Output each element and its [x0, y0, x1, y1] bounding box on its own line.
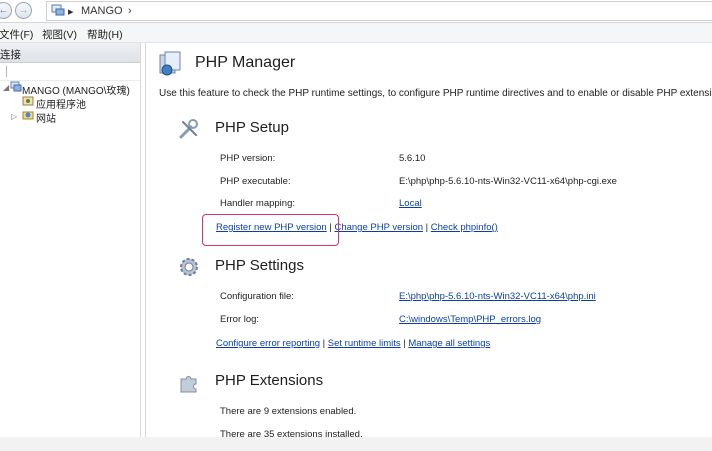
menu-file[interactable]: 文件(F): [0, 27, 33, 42]
connections-header: 连接: [0, 43, 140, 63]
set-runtime-limits-link[interactable]: Set runtime limits: [328, 338, 401, 349]
php-settings-title: PHP Settings: [215, 257, 304, 274]
menu-view[interactable]: 视图(V): [42, 27, 77, 42]
link-separator: |: [322, 338, 326, 349]
page-title: PHP Manager: [195, 54, 296, 71]
server-icon: [10, 81, 22, 92]
tree-item-sites[interactable]: 网站: [36, 110, 56, 125]
tree-item-app-pools[interactable]: 应用程序池: [36, 96, 86, 111]
page-description: Use this feature to check the PHP runtim…: [159, 88, 712, 99]
sites-icon: [22, 111, 34, 120]
connections-title: 连接: [0, 49, 21, 61]
settings-links: Configure error reporting | Set runtime …: [216, 338, 490, 349]
gear-icon: [180, 258, 198, 276]
config-file-label: Configuration file:: [220, 291, 294, 302]
menu-help[interactable]: 帮助(H): [87, 27, 123, 42]
handler-mapping-label: Handler mapping:: [220, 198, 295, 209]
error-log-label: Error log:: [220, 314, 260, 325]
change-php-version-link[interactable]: Change PHP version: [334, 222, 423, 233]
connections-pane: 连接 ◢ MANGO (MANGO\玫瑰) 应用程序池 ▷ 网站: [0, 43, 141, 451]
connections-toolbar: [0, 63, 140, 81]
check-phpinfo-link[interactable]: Check phpinfo(): [431, 222, 498, 233]
server-icon: [51, 4, 65, 16]
address-field[interactable]: ▸ MANGO ›: [46, 1, 712, 21]
forward-button[interactable]: →: [15, 2, 32, 19]
link-separator: |: [403, 338, 406, 349]
php-manager-panel: PHP Manager Use this feature to check th…: [145, 43, 712, 451]
status-strip: [0, 437, 712, 451]
php-manager-icon: [159, 51, 181, 76]
address-chevron-icon[interactable]: ›: [128, 5, 132, 17]
address-arrow-icon: ▸: [68, 6, 74, 18]
back-button[interactable]: ←: [0, 2, 12, 19]
php-version-value: 5.6.10: [399, 153, 426, 164]
tree-item-server[interactable]: MANGO (MANGO\玫瑰): [22, 82, 130, 97]
php-extensions-title: PHP Extensions: [215, 372, 324, 389]
menu-bar: 文件(F) 视图(V) 帮助(H): [0, 23, 712, 43]
app-pool-icon: [22, 96, 34, 106]
configure-error-reporting-link[interactable]: Configure error reporting: [216, 338, 320, 349]
tools-icon: [179, 119, 198, 139]
puzzle-icon: [180, 376, 197, 393]
error-log-link[interactable]: C:\windows\Temp\PHP_errors.log: [399, 314, 541, 325]
toolbar-divider: [6, 66, 7, 77]
manage-all-settings-link[interactable]: Manage all settings: [408, 338, 490, 349]
highlight-annotation: [202, 214, 339, 246]
config-file-link[interactable]: E:\php\php-5.6.10-nts-Win32-VC11-x64\php…: [399, 291, 596, 302]
address-crumb-mango[interactable]: MANGO: [81, 5, 123, 17]
php-version-label: PHP version:: [220, 153, 276, 164]
address-bar: ← → ▸ MANGO ›: [0, 0, 712, 23]
php-executable-label: PHP executable:: [220, 176, 291, 187]
link-separator: |: [425, 222, 429, 233]
handler-mapping-link[interactable]: Local: [399, 198, 422, 209]
extensions-enabled-text: There are 9 extensions enabled.: [220, 406, 357, 417]
php-executable-value: E:\php\php-5.6.10-nts-Win32-VC11-x64\php…: [399, 176, 617, 187]
php-setup-title: PHP Setup: [215, 119, 289, 136]
expand-arrow-icon[interactable]: ▷: [11, 112, 17, 121]
collapse-arrow-icon[interactable]: ◢: [3, 83, 9, 92]
